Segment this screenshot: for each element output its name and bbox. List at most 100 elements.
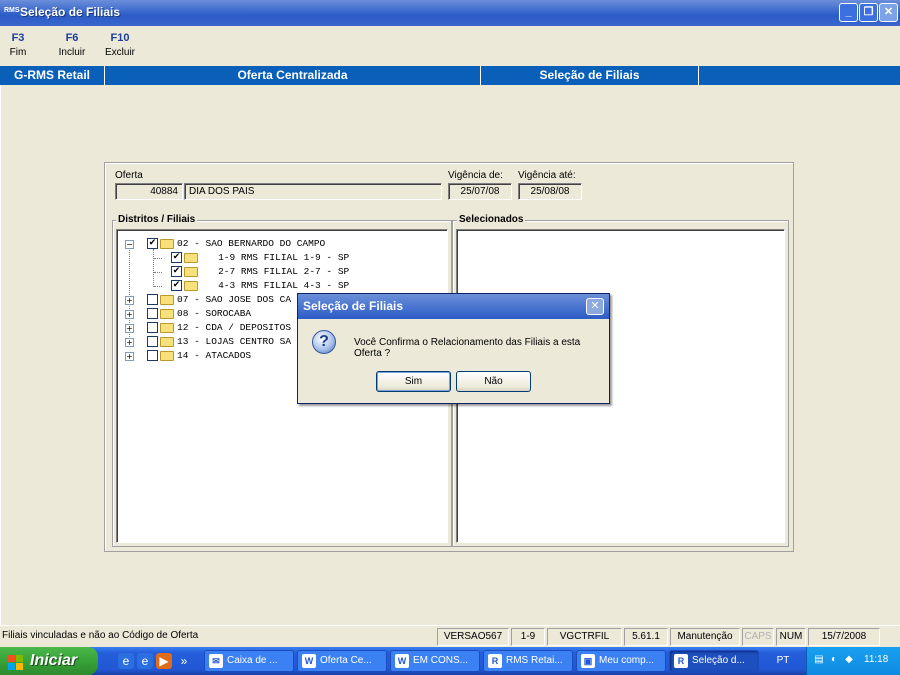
screen-name: Seleção de Filiais (481, 66, 699, 85)
task-label: Meu comp... (599, 655, 655, 666)
task-em-cons[interactable]: W EM CONS... (390, 650, 480, 672)
node-label: 2-7 RMS FILIAL 2-7 - SP (201, 266, 350, 277)
oferta-label: Oferta (115, 170, 143, 181)
tree-line (154, 258, 162, 259)
node-checkbox[interactable]: ✔ (171, 266, 182, 277)
windows-logo-icon (8, 653, 24, 670)
node-checkbox[interactable] (147, 350, 158, 361)
fkey-excluir[interactable]: F10 Excluir (103, 32, 137, 58)
rms-icon: R (674, 654, 688, 668)
node-checkbox[interactable]: ✔ (171, 280, 182, 291)
ie-icon[interactable]: e (118, 653, 134, 669)
node-checkbox[interactable] (147, 336, 158, 347)
fkey-label: Incluir (58, 47, 86, 58)
expand-icon[interactable]: + (125, 352, 134, 361)
tree-node-02[interactable]: − ✔ 02 - SAO BERNARDO DO CAMPO (123, 237, 443, 251)
clock: 11:18 (864, 654, 889, 665)
status-release: 5.61.1 (624, 628, 668, 646)
expand-icon[interactable]: + (125, 296, 134, 305)
system-name: G-RMS Retail (0, 66, 105, 85)
task-label: RMS Retai... (506, 655, 563, 666)
task-label: Oferta Ce... (320, 655, 372, 666)
node-label: 13 - LOJAS CENTRO SA (177, 336, 292, 347)
app-icon: RMS (4, 7, 20, 14)
fkey-code: F3 (11, 32, 25, 44)
media-player-icon[interactable]: ▶ (156, 653, 172, 669)
network-icon[interactable]: ▤ (813, 654, 825, 666)
word-icon: W (302, 654, 316, 668)
vigencia-ate-label: Vigência até: (518, 170, 576, 181)
fkey-label: Fim (9, 47, 27, 58)
task-label: EM CONS... (413, 655, 469, 666)
node-checkbox[interactable] (147, 308, 158, 319)
oferta-description-field[interactable]: DIA DOS PAIS (184, 183, 442, 200)
tree-node-4-3[interactable]: ✔ 4-3 RMS FILIAL 4-3 - SP (123, 279, 443, 293)
fkey-fim[interactable]: F3 Fim (6, 32, 30, 58)
close-icon: ✕ (883, 6, 894, 18)
expand-icon[interactable]: + (125, 310, 134, 319)
node-checkbox[interactable] (147, 322, 158, 333)
outlook-icon[interactable]: e (137, 653, 153, 669)
computer-icon: ▣ (581, 654, 595, 668)
folder-icon (184, 281, 198, 291)
task-selecao[interactable]: R Seleção d... (669, 650, 759, 672)
node-label: 14 - ATACADOS (177, 350, 252, 361)
mail-icon: ✉ (209, 654, 223, 668)
task-caixa[interactable]: ✉ Caixa de ... (204, 650, 294, 672)
folder-icon (160, 309, 174, 319)
tree-line (154, 272, 162, 273)
node-checkbox[interactable]: ✔ (171, 252, 182, 263)
module-name: Oferta Centralizada (105, 66, 481, 85)
language-indicator[interactable]: PT (768, 650, 798, 672)
restore-icon: ❐ (863, 6, 874, 18)
folder-icon (160, 337, 174, 347)
tree-node-1-9[interactable]: ✔ 1-9 RMS FILIAL 1-9 - SP (123, 251, 443, 265)
fkey-code: F6 (65, 32, 79, 44)
start-button[interactable]: Iniciar (0, 647, 98, 675)
task-label: Seleção d... (692, 655, 745, 666)
system-tray: ▤ ◐ ◆ 11:18 (806, 647, 900, 675)
volume-icon[interactable]: ◐ (828, 654, 840, 666)
nao-button[interactable]: Não (456, 371, 531, 392)
status-filial: 1-9 (511, 628, 545, 646)
fkey-incluir[interactable]: F6 Incluir (56, 32, 88, 58)
vigencia-de-field[interactable]: 25/07/08 (448, 183, 512, 200)
oferta-code-field[interactable]: 40884 (115, 183, 183, 200)
maximize-button[interactable]: ❐ (859, 3, 878, 22)
distritos-title: Distritos / Filiais (116, 214, 198, 225)
word-icon: W (395, 654, 409, 668)
fkey-code: F10 (110, 32, 130, 44)
question-icon: ? (312, 330, 336, 354)
status-message: Filiais vinculadas e não ao Código de Of… (2, 630, 199, 641)
node-checkbox[interactable]: ✔ (147, 238, 158, 249)
node-checkbox[interactable] (147, 294, 158, 305)
expand-icon[interactable]: + (125, 324, 134, 333)
expand-icon[interactable]: + (125, 338, 134, 347)
security-icon[interactable]: ◆ (843, 654, 855, 666)
status-num: NUM (776, 628, 806, 646)
task-rms-retail[interactable]: R RMS Retai... (483, 650, 573, 672)
dialog-close-button[interactable]: ✕ (586, 298, 604, 315)
folder-icon (184, 267, 198, 277)
vigencia-ate-field[interactable]: 25/08/08 (518, 183, 582, 200)
dialog-message: Você Confirma o Relacionamento das Filia… (354, 337, 581, 359)
fkey-label: Excluir (104, 47, 135, 58)
start-label: Iniciar (30, 652, 78, 669)
task-meu-computador[interactable]: ▣ Meu comp... (576, 650, 666, 672)
minimize-button[interactable]: _ (839, 3, 858, 22)
quicklaunch-overflow-icon[interactable]: » (176, 653, 192, 669)
collapse-icon[interactable]: − (125, 240, 134, 249)
node-label: 02 - SAO BERNARDO DO CAMPO (177, 238, 326, 249)
task-oferta[interactable]: W Oferta Ce... (297, 650, 387, 672)
vigencia-de-label: Vigência de: (448, 170, 503, 181)
sim-button[interactable]: Sim (376, 371, 451, 392)
dialog-title: Seleção de Filiais (298, 294, 609, 319)
status-bar: Filiais vinculadas e não ao Código de Of… (0, 625, 900, 647)
tree-node-2-7[interactable]: ✔ 2-7 RMS FILIAL 2-7 - SP (123, 265, 443, 279)
close-button[interactable]: ✕ (879, 3, 898, 22)
node-label: 07 - SAO JOSE DOS CA (177, 294, 292, 305)
node-label: 08 - SOROCABA (177, 308, 252, 319)
window-title: Seleção de Filiais (20, 5, 121, 19)
status-mode: Manutenção (670, 628, 740, 646)
status-date: 15/7/2008 (808, 628, 880, 646)
